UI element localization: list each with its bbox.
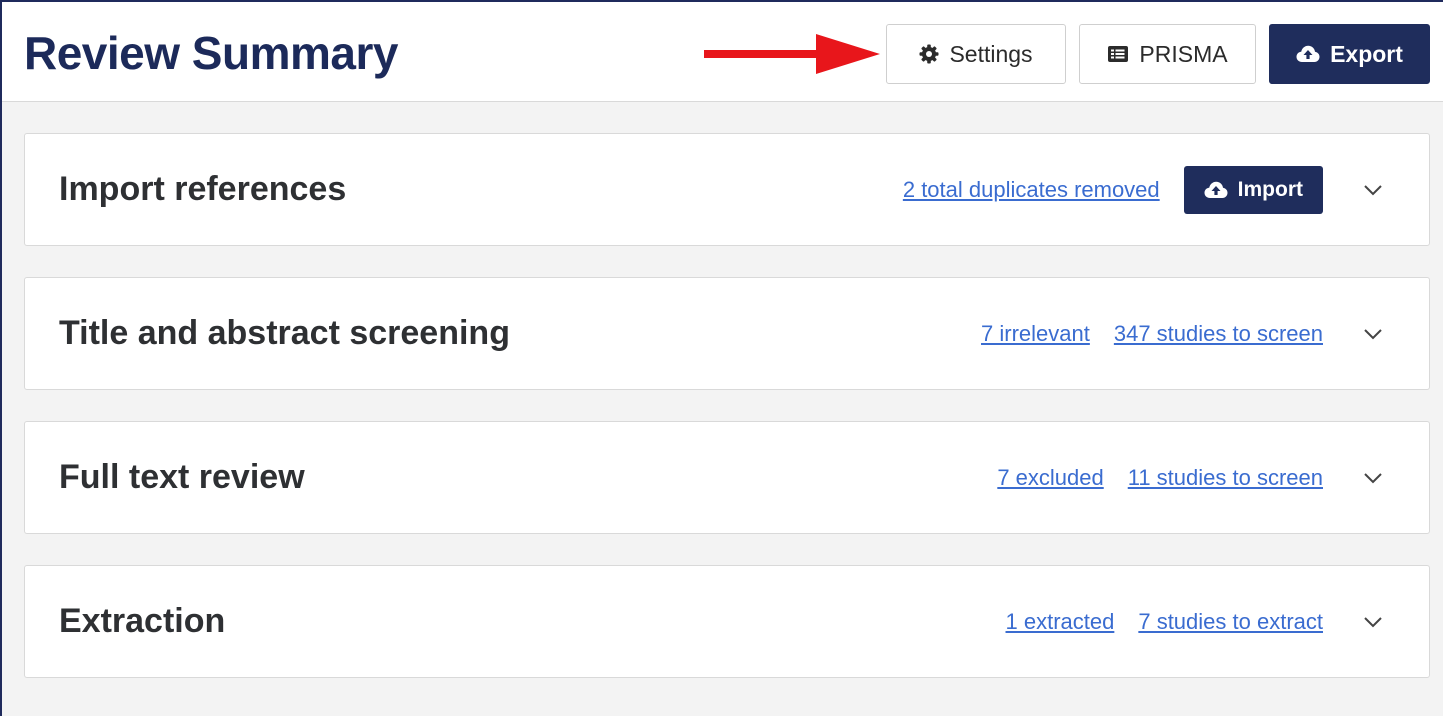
page-header: Review Summary Settings PRISMA Export xyxy=(2,2,1443,102)
prisma-button-label: PRISMA xyxy=(1139,40,1228,67)
section-actions: 7 irrelevant 347 studies to screen xyxy=(981,278,1385,389)
prisma-button[interactable]: PRISMA xyxy=(1079,24,1256,84)
section-title: Full text review xyxy=(59,458,305,496)
cloud-upload-icon xyxy=(1204,181,1228,198)
studies-to-extract-link[interactable]: 7 studies to extract xyxy=(1138,609,1323,635)
chevron-down-icon[interactable] xyxy=(1361,610,1385,634)
studies-to-screen-link[interactable]: 11 studies to screen xyxy=(1128,465,1323,491)
cloud-upload-icon xyxy=(1296,45,1320,62)
section-full-text-review: Full text review 7 excluded 11 studies t… xyxy=(24,421,1430,534)
section-title: Extraction xyxy=(59,602,226,640)
page-title: Review Summary xyxy=(24,27,398,79)
irrelevant-link[interactable]: 7 irrelevant xyxy=(981,321,1090,347)
gear-icon xyxy=(919,44,939,64)
list-icon xyxy=(1108,46,1129,62)
section-title: Title and abstract screening xyxy=(59,314,510,352)
chevron-down-icon[interactable] xyxy=(1361,466,1385,490)
import-button-label: Import xyxy=(1237,177,1303,201)
duplicates-removed-link[interactable]: 2 total duplicates removed xyxy=(903,177,1160,203)
extracted-link[interactable]: 1 extracted xyxy=(1006,609,1115,635)
chevron-down-icon[interactable] xyxy=(1361,322,1385,346)
section-title: Import references xyxy=(59,170,347,208)
chevron-down-icon[interactable] xyxy=(1361,178,1385,202)
section-title-abstract-screening: Title and abstract screening 7 irrelevan… xyxy=(24,277,1430,390)
excluded-link[interactable]: 7 excluded xyxy=(997,465,1103,491)
settings-button[interactable]: Settings xyxy=(886,24,1066,84)
annotation-arrow-icon xyxy=(704,34,880,74)
section-extraction: Extraction 1 extracted 7 studies to extr… xyxy=(24,565,1430,678)
section-actions: 7 excluded 11 studies to screen xyxy=(997,422,1385,533)
section-import-references: Import references 2 total duplicates rem… xyxy=(24,133,1430,246)
app-frame: Review Summary Settings PRISMA Export Im… xyxy=(0,0,1443,716)
studies-to-screen-link[interactable]: 347 studies to screen xyxy=(1114,321,1323,347)
settings-button-label: Settings xyxy=(949,40,1033,67)
export-button-label: Export xyxy=(1330,40,1403,67)
section-actions: 1 extracted 7 studies to extract xyxy=(1006,566,1386,677)
import-button[interactable]: Import xyxy=(1183,165,1323,214)
export-button[interactable]: Export xyxy=(1269,24,1430,84)
section-actions: 2 total duplicates removed Import xyxy=(903,134,1385,245)
